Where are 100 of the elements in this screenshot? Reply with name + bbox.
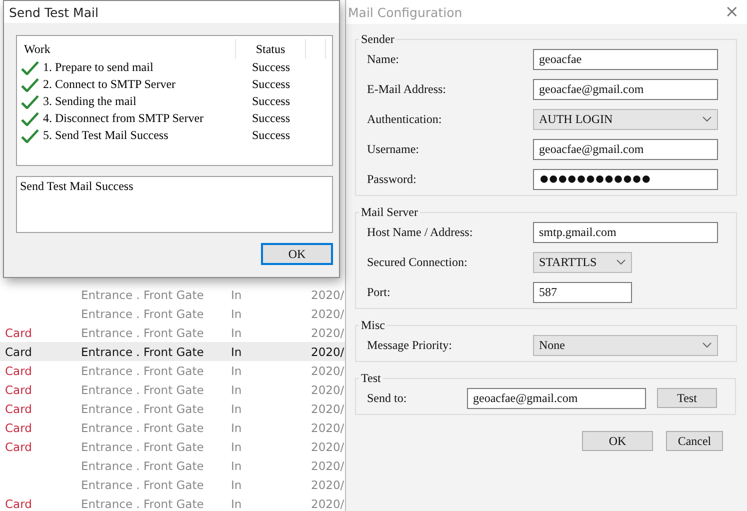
table-cell: 2020/ <box>311 364 345 378</box>
table-cell: 2020/ <box>311 402 345 416</box>
table-cell-text: Card <box>4 420 33 434</box>
table-cell-text: Card <box>4 496 33 510</box>
field-label: Secured Connection: <box>367 254 468 270</box>
ok-button[interactable]: OK <box>261 243 333 265</box>
table-cell: 2020/ <box>311 440 345 454</box>
table-cell-text: Entrance . Front Gate <box>81 458 205 472</box>
table-cell-text: Card <box>4 440 33 454</box>
list-row[interactable]: Card Entrance . Front Gate In 2020/ <box>0 342 345 361</box>
table-cell-text: Card <box>4 326 33 340</box>
password-field[interactable]: ●●●●●●●●●●●● <box>533 168 718 190</box>
dropdown[interactable]: AUTH LOGIN <box>533 108 718 130</box>
table-cell: 2020/ <box>311 306 345 320</box>
field-label: Message Priority: <box>367 338 453 352</box>
table-cell-text: In <box>231 382 243 396</box>
table-cell: 2020/ <box>311 458 345 472</box>
input-field[interactable]: geoacfae@gmail.com <box>533 78 718 100</box>
list-row[interactable]: Entrance . Front Gate In 2020/ <box>0 475 345 494</box>
column-header: Work <box>21 39 236 59</box>
table-cell: 2020/ <box>311 420 345 434</box>
checkmark-icon <box>21 78 39 92</box>
window-title: Mail Configuration <box>348 4 462 20</box>
list-row[interactable]: Entrance . Front Gate In 2020/ <box>0 456 345 475</box>
table-cell-text: Entrance . Front Gate <box>81 344 205 358</box>
dropdown[interactable]: None <box>533 334 718 356</box>
input-field[interactable]: geoacfae@gmail.com <box>467 388 646 408</box>
field-label: E-Mail Address: <box>367 82 447 96</box>
table-cell-text: Entrance . Front Gate <box>81 402 205 416</box>
work-step: 5. Send Test Mail Success <box>43 128 168 143</box>
status-text: Success <box>251 60 291 75</box>
list-row[interactable]: Card Entrance . Front Gate In 2020/ <box>0 380 345 399</box>
list-row[interactable]: Entrance . Front Gate In 2020/ <box>0 304 345 323</box>
group-title: Sender <box>360 32 396 47</box>
status-text: Success <box>251 94 291 109</box>
caret-icon <box>702 342 712 348</box>
close-button[interactable]: × <box>724 2 739 22</box>
status-text: Success <box>251 111 291 126</box>
table-cell-text: Card <box>4 402 33 416</box>
list-row[interactable]: Card Entrance . Front Gate In 2020/ <box>0 494 345 511</box>
test-button[interactable]: Test <box>657 388 717 408</box>
table-cell-text: Entrance . Front Gate <box>81 440 205 454</box>
dropdown[interactable]: STARTTLS <box>533 252 632 272</box>
table-cell-text: Entrance . Front Gate <box>81 288 205 302</box>
input-field[interactable]: geoacfae <box>533 48 718 70</box>
window-title: Send Test Mail <box>9 4 98 20</box>
table-cell: 2020/ <box>311 344 345 358</box>
table-cell-text: Card <box>4 364 33 378</box>
table-cell-text: Entrance . Front Gate <box>81 382 205 396</box>
field-label: Username: <box>367 142 420 156</box>
table-cell-text: Entrance . Front Gate <box>81 496 205 510</box>
field-label: Host Name / Address: <box>367 224 474 240</box>
table-cell-text: Card <box>4 382 33 396</box>
list-row[interactable]: Card Entrance . Front Gate In 2020/ <box>0 399 345 418</box>
table-cell: 2020/ <box>311 288 345 302</box>
field-label: Authentication: <box>367 112 443 126</box>
list-row[interactable]: Entrance . Front Gate In 2020/ <box>0 285 345 304</box>
field-label: Password: <box>367 172 418 186</box>
checkmark-icon <box>21 128 39 142</box>
status-text: Success <box>251 77 291 92</box>
table-cell-text: In <box>231 364 243 378</box>
input-field[interactable]: smtp.gmail.com <box>533 222 718 242</box>
caret-icon <box>702 116 712 122</box>
table-cell-text: In <box>231 496 243 510</box>
table-cell-text: Entrance . Front Gate <box>81 478 205 492</box>
group-title: Test <box>360 371 382 386</box>
checkmark-icon <box>21 94 39 108</box>
table-cell-text: Entrance . Front Gate <box>81 306 205 320</box>
work-step: 3. Sending the mail <box>43 94 136 109</box>
cancel-button[interactable]: Cancel <box>666 431 723 451</box>
list-row[interactable]: Card Entrance . Front Gate In 2020/ <box>0 437 345 456</box>
table-cell-text: Card <box>4 344 33 358</box>
table-cell: 2020/ <box>311 326 345 340</box>
table-cell-text: In <box>231 344 243 358</box>
group-title: Misc <box>360 318 386 333</box>
list-row[interactable]: Card Entrance . Front Gate In 2020/ <box>0 361 345 380</box>
ok-button[interactable]: OK <box>582 431 653 451</box>
table-cell-text: In <box>231 326 243 340</box>
list-row[interactable]: Card Entrance . Front Gate In 2020/ <box>0 323 345 342</box>
table-cell-text: In <box>231 478 243 492</box>
input-field[interactable]: geoacfae@gmail.com <box>533 138 718 160</box>
table-cell-text: In <box>231 420 243 434</box>
caret-icon <box>616 259 626 265</box>
table-cell-text: Entrance . Front Gate <box>81 420 205 434</box>
list-row[interactable]: Card Entrance . Front Gate In 2020/ <box>0 418 345 437</box>
table-cell-text: In <box>231 458 243 472</box>
checkmark-icon <box>21 60 39 74</box>
table-cell-text: In <box>231 288 243 302</box>
table-cell-text: In <box>231 402 243 416</box>
field-label: Send to: <box>367 390 408 406</box>
field-label: Port: <box>367 284 392 300</box>
table-cell: 2020/ <box>311 478 345 492</box>
table-cell-text: In <box>231 306 243 320</box>
table-cell-text: Entrance . Front Gate <box>81 364 205 378</box>
status-text: Success <box>251 128 291 143</box>
group-title: Mail Server <box>360 205 419 220</box>
input-field[interactable]: 587 <box>533 282 632 302</box>
work-step: 2. Connect to SMTP Server <box>43 77 176 92</box>
table-cell-text: In <box>231 440 243 454</box>
work-step: 4. Disconnect from SMTP Server <box>43 111 204 126</box>
